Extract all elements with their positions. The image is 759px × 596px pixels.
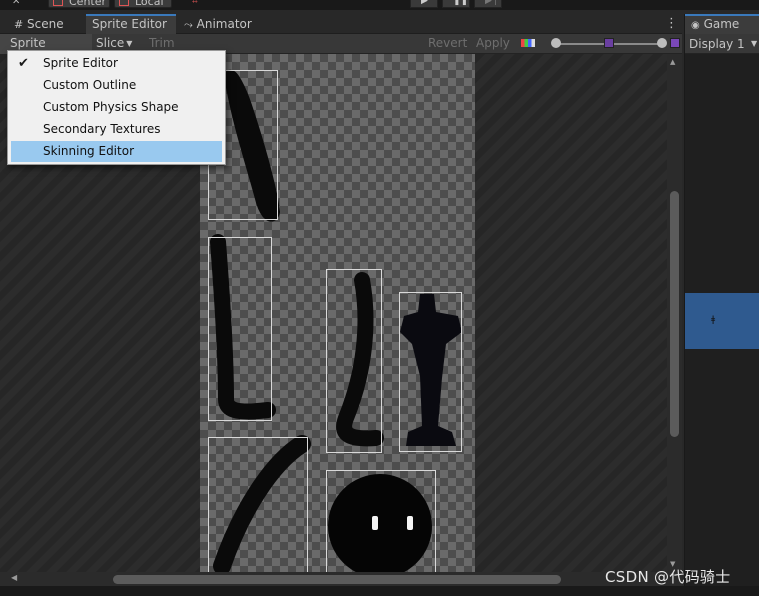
more-options-icon[interactable]: ⋮ — [665, 16, 678, 31]
revert-label: Revert — [428, 36, 468, 50]
sprite-rect-leg-left[interactable] — [208, 237, 272, 421]
mip-level-icon — [604, 38, 614, 48]
mipmap-icon[interactable] — [670, 38, 680, 48]
game-view[interactable]: ǂ — [685, 293, 759, 349]
tab-game[interactable]: ◉ Game — [685, 14, 759, 34]
zoom-slider-max-handle[interactable] — [657, 38, 667, 48]
watermark: CSDN @代码骑士 — [605, 568, 731, 586]
zoom-slider-min-handle[interactable] — [551, 38, 561, 48]
pause-button[interactable]: ❚❚ — [442, 0, 470, 8]
editor-tab-strip: # Scene Sprite Editor ⤳ Animator ⋮ — [0, 14, 682, 34]
menu-item-skinning-editor[interactable]: Skinning Editor — [11, 141, 222, 162]
sprite-rect-lower-arm[interactable] — [208, 437, 308, 572]
menu-item-label: Custom Outline — [43, 78, 137, 92]
tab-scene[interactable]: # Scene — [8, 14, 86, 34]
game-toolbar: Display 1 ▼ — [685, 34, 759, 54]
display-dropdown[interactable]: Display 1 — [689, 37, 745, 51]
tools-icon[interactable]: ✕ — [12, 0, 28, 8]
chevron-down-icon[interactable]: ▼ — [751, 34, 757, 54]
menu-item-sprite-editor[interactable]: ✔ Sprite Editor — [11, 53, 222, 74]
slice-label: Slice — [96, 36, 125, 50]
trim-label: Trim — [149, 36, 175, 50]
status-bar — [0, 586, 759, 596]
tab-sprite-editor-label: Sprite Editor — [92, 17, 167, 31]
scroll-up-icon[interactable]: ▲ — [670, 58, 675, 66]
play-button[interactable]: ▶ — [410, 0, 438, 8]
top-toolbar: ✕ Center Local ⌗ ▶ ❚❚ ▶❘ — [0, 0, 759, 10]
horizontal-scroll-thumb[interactable] — [113, 575, 561, 584]
chevron-down-icon: ▼ — [126, 39, 133, 48]
sprite-rect-head[interactable] — [326, 470, 436, 572]
local-icon — [119, 0, 129, 6]
tab-game-label: Game — [703, 17, 740, 31]
menu-item-label: Custom Physics Shape — [43, 100, 179, 114]
menu-item-label: Skinning Editor — [43, 144, 134, 158]
sprite-rect-torso[interactable] — [399, 292, 462, 452]
center-icon — [53, 0, 63, 6]
grid-icon: # — [14, 18, 24, 31]
apply-label: Apply — [476, 36, 510, 50]
game-character-icon: ǂ — [711, 315, 716, 325]
animator-icon: ⤳ — [184, 18, 193, 31]
color-channels-icon[interactable] — [521, 39, 535, 47]
local-label: Local — [135, 0, 164, 8]
editor-mode-menu: ✔ Sprite Editor Custom Outline Custom Ph… — [7, 50, 226, 165]
revert-button[interactable]: Revert — [428, 34, 467, 54]
scroll-left-icon[interactable]: ◀ — [11, 573, 17, 582]
snap-icon[interactable]: ⌗ — [192, 0, 208, 8]
display-label: Display 1 — [689, 37, 745, 51]
play-icon: ▶ — [421, 0, 428, 6]
menu-item-custom-outline[interactable]: Custom Outline — [11, 75, 222, 96]
sprite-rect-leg-right[interactable] — [326, 269, 382, 453]
pause-icon: ❚❚ — [453, 0, 469, 6]
menu-item-secondary-textures[interactable]: Secondary Textures — [11, 119, 222, 140]
step-icon: ▶❘ — [485, 0, 500, 6]
tab-animator[interactable]: ⤳ Animator — [178, 14, 268, 34]
gamepad-icon: ◉ — [691, 20, 700, 31]
game-panel: ◉ Game Display 1 ▼ ǂ — [684, 14, 759, 586]
horizontal-scrollbar[interactable]: ◀ — [0, 572, 682, 586]
pivot-center-button[interactable]: Center — [48, 0, 110, 8]
vertical-scroll-thumb[interactable] — [670, 191, 679, 437]
menu-item-label: Sprite Editor — [43, 56, 118, 70]
menu-item-label: Secondary Textures — [43, 122, 161, 136]
checkmark-icon: ✔ — [18, 56, 29, 71]
center-label: Center — [69, 0, 107, 8]
tab-sprite-editor[interactable]: Sprite Editor — [86, 14, 176, 34]
pivot-local-button[interactable]: Local — [114, 0, 172, 8]
sprite-texture[interactable] — [200, 54, 475, 572]
menu-item-custom-physics-shape[interactable]: Custom Physics Shape — [11, 97, 222, 118]
tab-animator-label: Animator — [196, 17, 252, 31]
tab-scene-label: Scene — [27, 17, 64, 31]
vertical-scrollbar[interactable]: ▲ ▼ — [667, 54, 682, 572]
apply-button[interactable]: Apply — [476, 34, 510, 54]
step-button[interactable]: ▶❘ — [474, 0, 502, 8]
